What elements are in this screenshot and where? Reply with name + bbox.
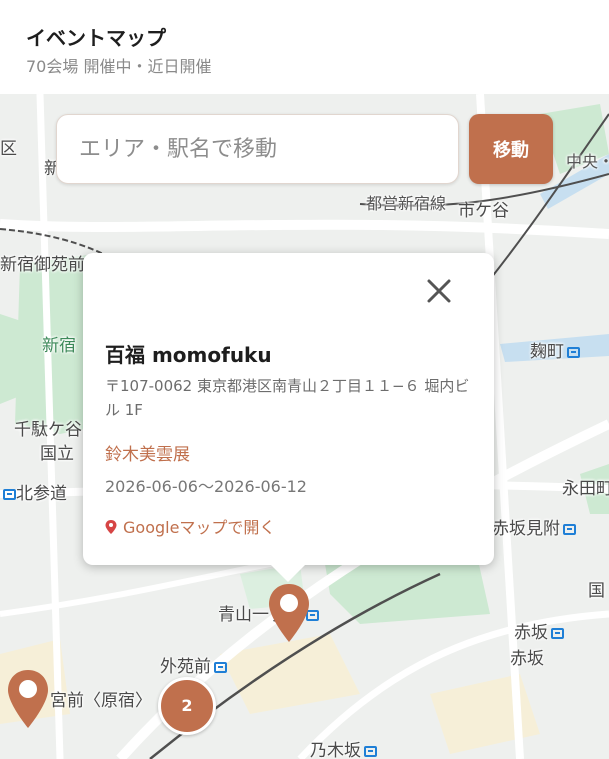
venue-count-subtitle: 70会場 開催中・近日開催 [26, 57, 212, 76]
venue-marker-pin-icon[interactable] [267, 582, 311, 644]
google-maps-link[interactable]: Googleマップで開く [105, 514, 275, 538]
google-maps-link-label: Googleマップで開く [123, 518, 276, 537]
map-label-jr-chuo: 中央・ [566, 152, 609, 171]
metro-icon [3, 488, 16, 500]
metro-icon [214, 661, 227, 673]
map-label-kuni: 国 [588, 581, 605, 601]
map-label-akasaka: 赤坂 [514, 618, 564, 643]
map-label-kojimachi: 麹町 [530, 337, 580, 362]
map-label-meiji-jingumae: 宮前〈原宿〉 [50, 691, 152, 711]
map-label-toei-shinjuku-line: 都営新宿線 [366, 194, 447, 213]
popup-tail [270, 564, 306, 582]
venue-address: 〒107-0062 東京都港区南青山２丁目１１−６ 堀内ビル 1F [105, 377, 470, 419]
move-button[interactable]: 移動 [469, 114, 553, 184]
map-label-shinjuku-park: 新宿 [42, 336, 76, 356]
map-label-nagatacho: 永田町 [562, 479, 609, 499]
map-label-kokuritsu: 国立 [40, 444, 74, 464]
map-label-akasaka-mitsuke: 赤坂見附 [492, 514, 576, 539]
venue-cluster-marker[interactable]: 2 [158, 677, 216, 735]
venue-marker-pin-icon[interactable] [6, 668, 50, 730]
metro-icon [563, 523, 576, 535]
metro-icon [567, 346, 580, 358]
map-label-akasaka-area: 赤坂 [510, 649, 544, 669]
close-icon [427, 279, 451, 303]
map-pin-icon [105, 520, 117, 534]
popup-close-button[interactable] [423, 275, 455, 307]
map-label-gaienmae: 外苑前 [160, 652, 227, 677]
map-label-nogizaka: 乃木坂 [310, 736, 377, 759]
event-dates: 2026-06-06〜2026-06-12 [105, 477, 307, 496]
event-title: 鈴木美雲展 [105, 445, 190, 465]
area-search-input[interactable] [56, 114, 459, 184]
map-label-kitasando: 北参道 [0, 479, 67, 504]
map-label-sendagaya: 千駄ケ谷 [14, 420, 82, 440]
venue-popup: 百福 momofuku 〒107-0062 東京都港区南青山２丁目１１−６ 堀内… [83, 253, 494, 565]
app-header: イベントマップ 70会場 開催中・近日開催 [0, 0, 609, 94]
map-label-ichigaya: 市ケ谷 [458, 201, 509, 221]
page-title: イベントマップ [26, 26, 166, 50]
venue-name: 百福 momofuku [105, 343, 272, 367]
metro-icon [551, 627, 564, 639]
metro-icon [364, 745, 377, 757]
map-label-ku: 区 [0, 139, 17, 159]
map-label-shinjuku-gyoenmae: 新宿御苑前 [0, 255, 85, 275]
